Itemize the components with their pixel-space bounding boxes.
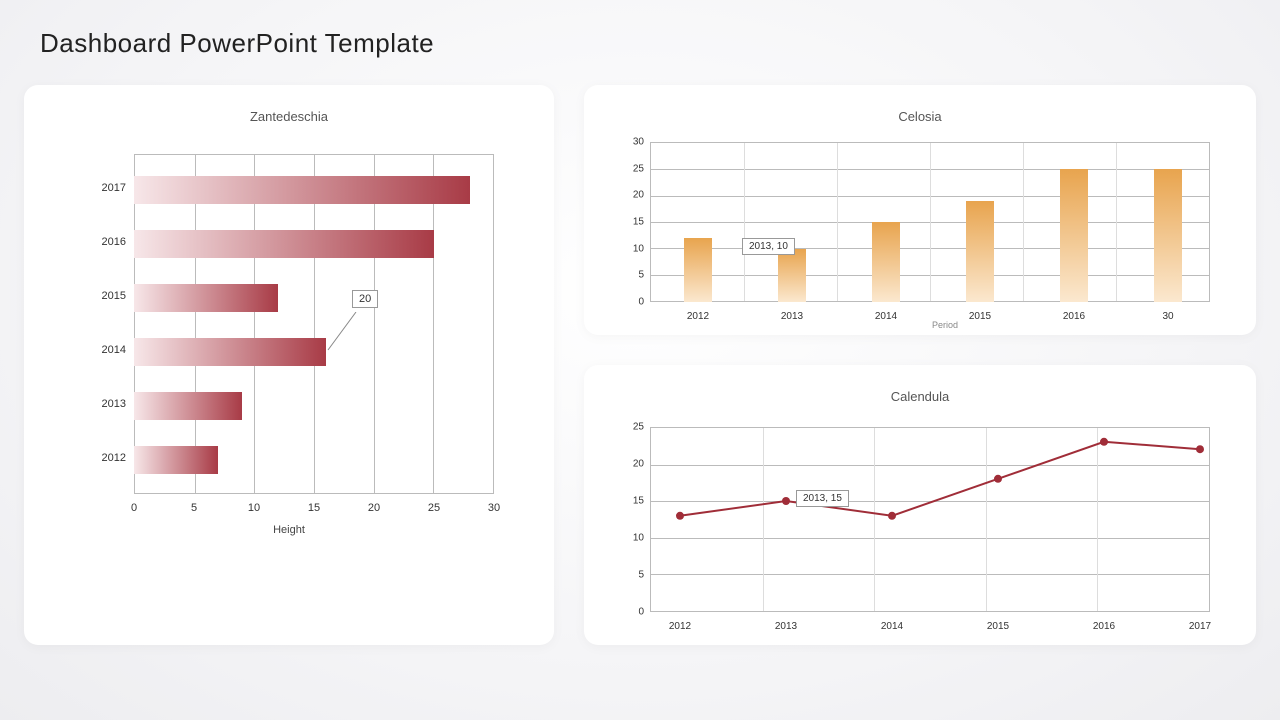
xlabel: 2014	[875, 311, 897, 322]
ylabel: 15	[620, 217, 644, 228]
callout: 20	[352, 290, 378, 308]
bar-2014	[134, 338, 326, 366]
line-path	[650, 427, 1210, 612]
xlabel: 2017	[1189, 621, 1211, 632]
x-axis-title: Height	[273, 524, 305, 536]
xlabel: 30	[1162, 311, 1173, 322]
bar-2012	[134, 446, 218, 474]
grid	[134, 154, 494, 494]
bar-2015	[966, 201, 994, 302]
page-header: Dashboard PowerPoint Template	[0, 0, 1280, 75]
ylabel: 10	[620, 533, 644, 544]
ylabel: 5	[620, 570, 644, 581]
ylabel: 20	[620, 190, 644, 201]
xlabel: 2016	[1093, 621, 1115, 632]
bar-2017	[134, 176, 470, 204]
xlabel: 25	[428, 502, 440, 514]
ylabel: 25	[620, 163, 644, 174]
ylabel: 2013	[84, 398, 126, 410]
x-axis-title: Period	[932, 320, 958, 330]
xlabel: 15	[308, 502, 320, 514]
vbar-chart: 30 25 20 15 10 5 0 2012 2013 2014 2015 2…	[620, 142, 1220, 332]
ylabel: 0	[620, 297, 644, 308]
bar-2013	[134, 392, 242, 420]
ylabel: 2016	[84, 236, 126, 248]
card-calendula: Calendula 25 20 15 10 5 0 2012 2013 2014…	[584, 365, 1256, 645]
card-zantedeschia: Zantedeschia 2017 2016 2015 2014 2013	[24, 85, 554, 645]
line-chart: 25 20 15 10 5 0 2012 2013 2014 2015 2016…	[620, 422, 1220, 642]
ylabel: 25	[620, 422, 644, 433]
bar-2016	[134, 230, 434, 258]
ylabel: 2017	[84, 182, 126, 194]
ylabel: 0	[620, 607, 644, 618]
xlabel: 2013	[775, 621, 797, 632]
xlabel: 5	[191, 502, 197, 514]
xlabel: 2016	[1063, 311, 1085, 322]
xlabel: 0	[131, 502, 137, 514]
chart-title: Zantedeschia	[46, 109, 532, 124]
ylabel: 20	[620, 459, 644, 470]
grid	[650, 142, 1210, 302]
bar-30	[1154, 169, 1182, 302]
ylabel: 5	[620, 270, 644, 281]
card-celosia: Celosia 30 25 20 15 10 5 0	[584, 85, 1256, 335]
xlabel: 2013	[781, 311, 803, 322]
chart-title: Calendula	[606, 389, 1234, 404]
bar-2014	[872, 222, 900, 302]
xlabel: 2012	[687, 311, 709, 322]
xlabel: 2015	[987, 621, 1009, 632]
chart-title: Celosia	[606, 109, 1234, 124]
ylabel: 2015	[84, 290, 126, 302]
dashboard: Zantedeschia 2017 2016 2015 2014 2013	[0, 75, 1280, 665]
callout-leader-icon	[326, 312, 366, 352]
ylabel: 2012	[84, 452, 126, 464]
xlabel: 30	[488, 502, 500, 514]
xlabel: 2014	[881, 621, 903, 632]
xlabel: 2015	[969, 311, 991, 322]
ylabel: 30	[620, 137, 644, 148]
xlabel: 2012	[669, 621, 691, 632]
callout: 2013, 10	[742, 238, 795, 255]
hbar-chart: 2017 2016 2015 2014 2013 2012 0 5 10 15 …	[84, 154, 494, 554]
bar-2016	[1060, 169, 1088, 302]
bar-2015	[134, 284, 278, 312]
xlabel: 10	[248, 502, 260, 514]
ylabel: 10	[620, 243, 644, 254]
xlabel: 20	[368, 502, 380, 514]
callout: 2013, 15	[796, 490, 849, 507]
ylabel: 2014	[84, 344, 126, 356]
bar-2013	[778, 249, 806, 302]
ylabel: 15	[620, 496, 644, 507]
bar-2012	[684, 238, 712, 302]
page-title: Dashboard PowerPoint Template	[40, 28, 1240, 59]
